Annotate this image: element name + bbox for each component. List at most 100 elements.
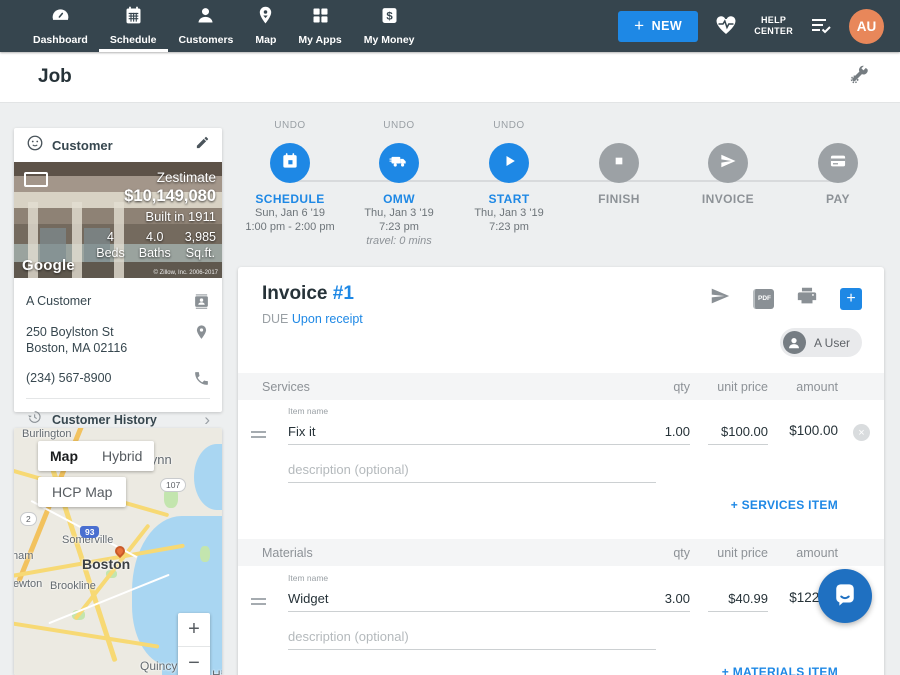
step-date: Thu, Jan 3 '19 — [344, 206, 454, 220]
service-unit-price-input[interactable] — [708, 419, 768, 445]
new-button-label: NEW — [652, 19, 683, 33]
map-place-label: Newton — [14, 578, 42, 590]
undo-placeholder — [564, 120, 674, 134]
map-place-label: Hi — [212, 668, 222, 675]
drag-handle-icon[interactable] — [251, 431, 266, 441]
map-place-label: ham — [14, 550, 33, 562]
job-settings-button[interactable] — [848, 64, 870, 91]
timeline-step-finish: FINISH — [564, 120, 674, 206]
customer-phone: (234) 567-8900 — [26, 370, 111, 386]
nav-item-my-money[interactable]: $ My Money — [353, 0, 426, 52]
undo-link[interactable]: UNDO — [235, 120, 345, 134]
send-invoice-button[interactable] — [709, 285, 731, 312]
map-place-label: Quincy — [140, 659, 177, 673]
app-window: Dashboard Schedule Customers Map My Apps… — [0, 0, 900, 675]
add-invoice-item-button[interactable]: + — [840, 288, 862, 310]
new-button[interactable]: + NEW — [618, 11, 698, 42]
stop-icon — [609, 151, 629, 176]
health-heart-button[interactable] — [714, 13, 738, 40]
dashboard-icon — [50, 5, 71, 31]
map-type-hybrid-button[interactable]: Hybrid — [90, 441, 154, 471]
service-description-input[interactable] — [288, 457, 656, 483]
assignee-pill[interactable]: A User — [780, 328, 862, 357]
item-name-label: Item name — [288, 573, 328, 583]
delete-service-item-button[interactable]: × — [853, 424, 870, 441]
route-shield: 107 — [160, 478, 186, 492]
start-step-button[interactable] — [489, 143, 529, 183]
nav-label: My Money — [364, 34, 415, 46]
step-time: 7:23 pm — [454, 220, 564, 234]
zoom-in-button[interactable]: + — [178, 613, 210, 646]
street-view-icon — [24, 172, 48, 187]
amount-column-header: amount — [796, 380, 838, 394]
invoice-title: Invoice #1 — [262, 283, 354, 305]
material-item-name-input[interactable] — [288, 586, 656, 612]
chat-button[interactable] — [818, 569, 872, 623]
schedule-icon — [123, 5, 144, 31]
due-terms-link[interactable]: Upon receipt — [292, 312, 363, 326]
user-avatar[interactable]: AU — [849, 9, 884, 44]
customer-address-row: 250 Boylston St Boston, MA 02116 — [26, 317, 210, 363]
google-watermark: Google — [22, 257, 75, 274]
pdf-button[interactable]: PDF — [753, 289, 774, 309]
stat-sqft: 3,985 Sq.ft. — [185, 229, 216, 261]
wrench-gear-icon — [848, 64, 870, 91]
help-center-button[interactable]: HELP CENTER — [754, 15, 793, 37]
add-services-item-link[interactable]: + SERVICES ITEM — [731, 498, 838, 512]
undo-link[interactable]: UNDO — [344, 120, 454, 134]
assignee-avatar-icon — [783, 331, 806, 354]
service-item-name-input[interactable] — [288, 419, 656, 445]
page-header: Job — [0, 52, 900, 103]
phone-icon[interactable] — [193, 370, 210, 387]
edit-customer-button[interactable] — [195, 135, 210, 155]
undo-link[interactable]: UNDO — [454, 120, 564, 134]
material-description-input[interactable] — [288, 624, 656, 650]
pay-step-button[interactable] — [818, 143, 858, 183]
due-label: DUE — [262, 312, 288, 326]
finish-step-button[interactable] — [599, 143, 639, 183]
nav-label: Map — [255, 34, 276, 46]
step-label: OMW — [344, 192, 454, 206]
service-qty-input[interactable] — [636, 419, 690, 445]
job-progress-timeline: UNDO SCHEDULE Sun, Jan 6 '19 1:00 pm - 2… — [238, 120, 884, 265]
zillow-copyright: © Zillow, Inc. 2006-2017 — [154, 270, 218, 276]
zoom-out-button[interactable]: − — [178, 647, 210, 675]
omw-step-button[interactable] — [379, 143, 419, 183]
nav-item-schedule[interactable]: Schedule — [99, 0, 168, 52]
nav-item-my-apps[interactable]: My Apps — [287, 0, 352, 52]
send-icon — [718, 151, 738, 176]
unit-price-column-header: unit price — [717, 546, 768, 560]
material-unit-price-input[interactable] — [708, 586, 768, 612]
nav-item-map[interactable]: Map — [244, 0, 287, 52]
qty-column-header: qty — [673, 380, 690, 394]
timeline-step-schedule: UNDO SCHEDULE Sun, Jan 6 '19 1:00 pm - 2… — [235, 120, 345, 234]
nav-item-dashboard[interactable]: Dashboard — [22, 0, 99, 52]
tasks-button[interactable] — [809, 13, 833, 40]
chevron-right-icon: › — [204, 413, 210, 427]
money-icon: $ — [379, 5, 400, 31]
step-time: 7:23 pm — [344, 220, 454, 234]
hcp-map-button[interactable]: HCP Map — [38, 477, 126, 507]
invoice-step-button[interactable] — [708, 143, 748, 183]
contact-card-icon[interactable] — [193, 293, 210, 310]
nav-item-customers[interactable]: Customers — [168, 0, 245, 52]
schedule-step-button[interactable] — [270, 143, 310, 183]
map-place-label: Boston — [82, 556, 130, 572]
material-qty-input[interactable] — [636, 586, 690, 612]
help-center-line2: CENTER — [754, 26, 793, 37]
customer-name-row: A Customer — [26, 286, 210, 317]
service-amount: $100.00 — [789, 423, 838, 438]
add-materials-item-link[interactable]: + MATERIALS ITEM — [722, 665, 838, 675]
property-photo[interactable]: Zestimate $10,149,080 Built in 1911 4 Be… — [14, 162, 222, 278]
nav-label: Customers — [179, 34, 234, 46]
truck-icon — [389, 151, 409, 176]
plus-icon: + — [634, 16, 644, 36]
customer-details: A Customer 250 Boylston St Boston, MA 02… — [14, 278, 222, 440]
nav-label: Schedule — [110, 34, 157, 46]
print-button[interactable] — [796, 285, 818, 312]
map-type-map-button[interactable]: Map — [38, 441, 90, 471]
map-place-label: Burlington — [22, 428, 72, 440]
amount-column-header: amount — [796, 546, 838, 560]
location-pin-icon[interactable] — [193, 324, 210, 341]
drag-handle-icon[interactable] — [251, 598, 266, 608]
